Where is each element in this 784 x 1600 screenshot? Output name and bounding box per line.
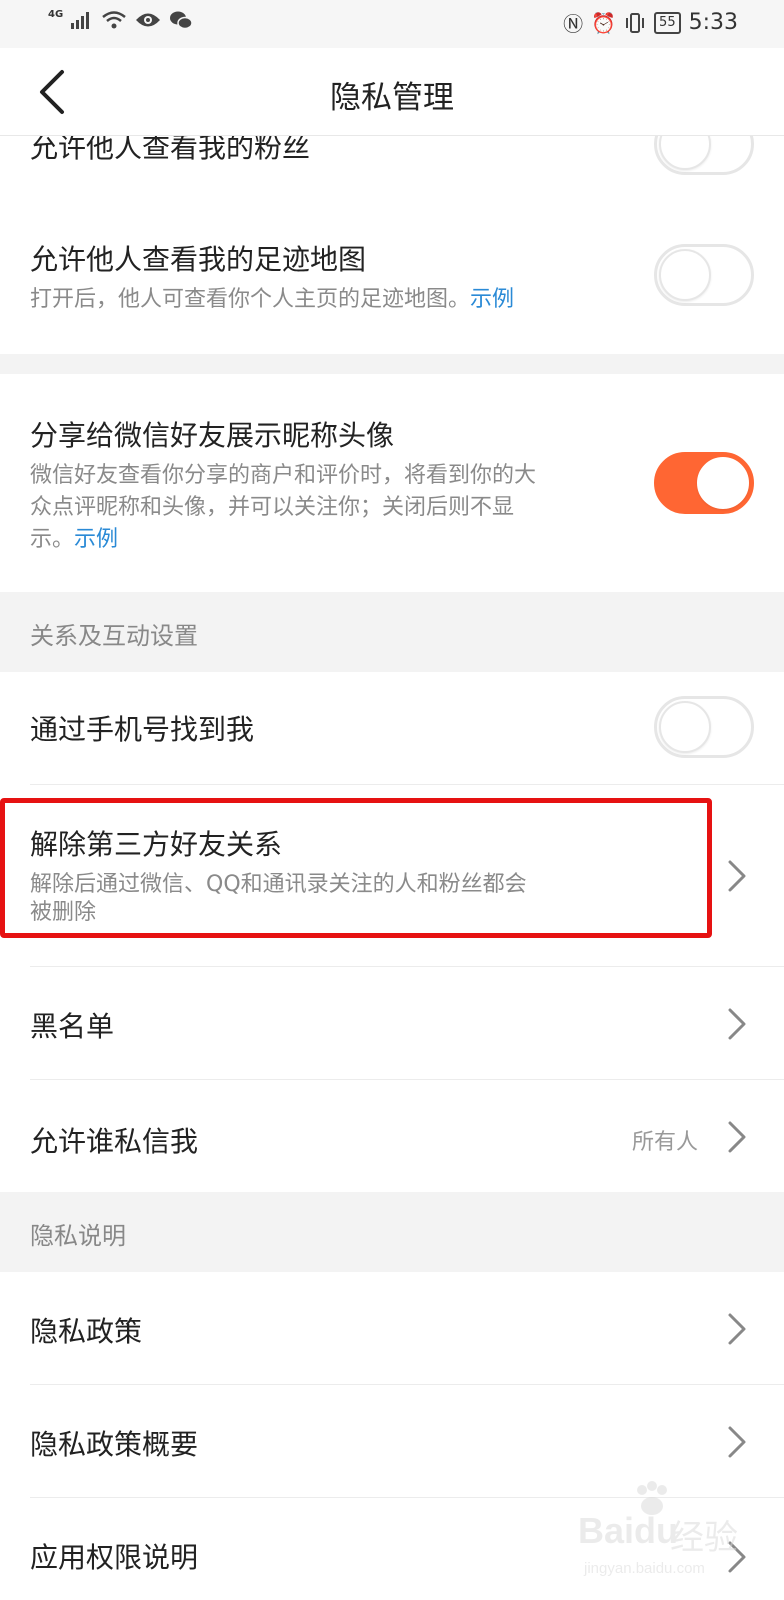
example-link[interactable]: 示例 xyxy=(74,527,118,552)
description-line: 众点评昵称和头像，并可以关注你；关闭后则不显 xyxy=(30,495,515,520)
battery-indicator: 55 xyxy=(654,11,681,34)
setting-label: 应用权限说明 xyxy=(30,1541,199,1574)
setting-row-privacy-policy[interactable]: 隐私政策 xyxy=(0,1272,784,1384)
setting-row-footprint: 允许他人查看我的足迹地图 打开后，他人可查看你个人主页的足迹地图。示例 xyxy=(0,198,784,354)
setting-label: 通过手机号找到我 xyxy=(30,713,255,746)
description-line: 微信好友查看你分享的商户和评价时，将看到你的大 xyxy=(30,463,537,488)
setting-label: 分享给微信好友展示昵称头像 xyxy=(30,419,395,452)
section-title: 隐私说明 xyxy=(30,1222,126,1250)
setting-label: 隐私政策概要 xyxy=(30,1428,199,1461)
wechat-icon xyxy=(170,11,193,30)
watermark-url: jingyan.baidu.com xyxy=(584,1560,705,1577)
toggle-find-by-phone[interactable] xyxy=(654,696,754,758)
section-header-privacy: 隐私说明 xyxy=(0,1192,784,1272)
baidu-jingyan-watermark: Baidu 经验 jingyan.baidu.com xyxy=(572,1480,762,1590)
setting-label: 隐私政策 xyxy=(30,1315,143,1348)
nfc-icon: Ⓝ xyxy=(563,12,584,36)
toggle-knob xyxy=(659,249,711,301)
setting-label: 黑名单 xyxy=(30,1010,115,1043)
toggle-knob xyxy=(697,457,749,509)
status-left-icons: 4G xyxy=(48,8,193,30)
vibrate-icon xyxy=(626,12,645,33)
example-link[interactable]: 示例 xyxy=(470,287,514,312)
setting-row-blacklist[interactable]: 黑名单 xyxy=(0,967,784,1079)
setting-label: 允许谁私信我 xyxy=(30,1125,199,1158)
chevron-right-icon xyxy=(728,1426,746,1458)
toggle-wechat-share[interactable] xyxy=(654,452,754,514)
toggle-footprint[interactable] xyxy=(654,244,754,306)
status-bar: 4G Ⓝ ⏰ 55 5:33 xyxy=(0,0,784,48)
description-line: 示。 xyxy=(30,527,75,552)
status-right-icons: Ⓝ ⏰ 55 5:33 xyxy=(563,8,738,37)
chevron-right-icon xyxy=(728,1313,746,1345)
chevron-right-icon xyxy=(728,1008,746,1040)
page-title: 隐私管理 xyxy=(330,80,454,116)
alarm-icon: ⏰ xyxy=(591,10,617,35)
highlight-annotation xyxy=(0,798,712,938)
setting-label: 允许他人查看我的足迹地图 xyxy=(30,243,367,276)
watermark-brand-cn: 经验 xyxy=(670,1518,738,1558)
wifi-icon xyxy=(102,11,126,29)
chevron-right-icon xyxy=(728,1121,746,1153)
section-gap xyxy=(0,354,784,374)
network-type: 4G xyxy=(48,8,64,20)
watermark-brand: Baidu xyxy=(578,1510,679,1551)
signal-icon xyxy=(71,12,90,29)
section-title: 关系及互动设置 xyxy=(30,622,198,650)
setting-value: 所有人 xyxy=(631,1130,698,1155)
eye-icon xyxy=(136,13,161,27)
setting-row-allow-dm[interactable]: 允许谁私信我 所有人 xyxy=(0,1080,784,1192)
description-text: 打开后，他人可查看你个人主页的足迹地图。 xyxy=(30,287,471,312)
chevron-right-icon xyxy=(728,860,746,892)
toggle-knob xyxy=(659,701,711,753)
setting-description: 打开后，他人可查看你个人主页的足迹地图。示例 xyxy=(30,284,514,316)
setting-row-find-by-phone: 通过手机号找到我 xyxy=(0,672,784,784)
section-header-relations: 关系及互动设置 xyxy=(0,592,784,672)
nav-header: 隐私管理 xyxy=(0,48,784,136)
setting-row-wechat-share: 分享给微信好友展示昵称头像 微信好友查看你分享的商户和评价时，将看到你的大 众点… xyxy=(0,374,784,592)
status-time: 5:33 xyxy=(688,10,738,35)
setting-description: 微信好友查看你分享的商户和评价时，将看到你的大 众点评昵称和头像，并可以关注你；… xyxy=(30,460,590,556)
